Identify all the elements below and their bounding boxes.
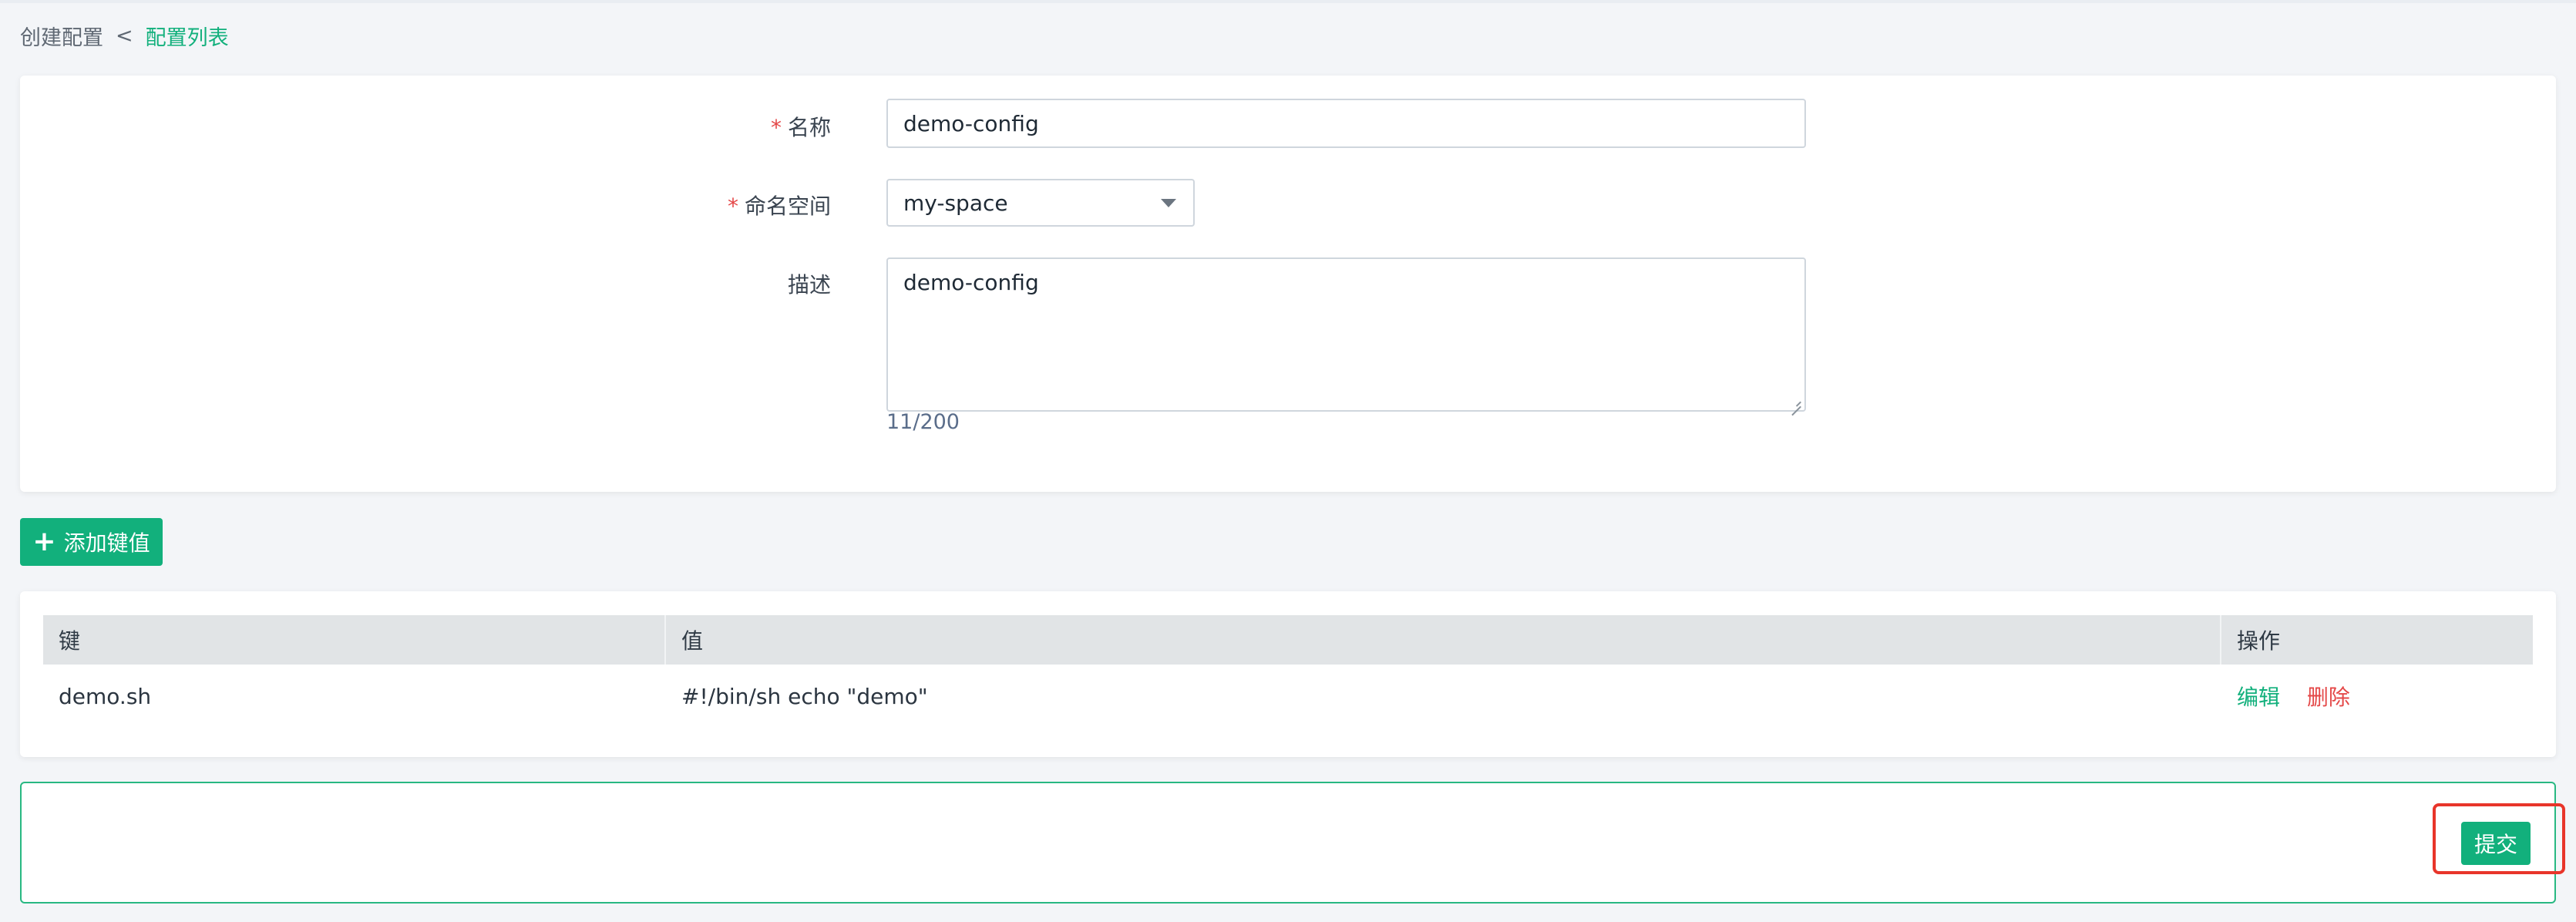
name-input-value: demo-config: [903, 110, 1039, 136]
plus-icon: +: [32, 526, 56, 557]
description-textarea[interactable]: demo-config: [886, 257, 1806, 412]
namespace-selected-value: my-space: [903, 190, 1008, 216]
description-char-counter: 11/200: [886, 410, 960, 434]
top-border: [0, 0, 2576, 3]
name-input[interactable]: demo-config: [886, 99, 1806, 148]
key-value-table-card: 键 值 操作 demo.sh #!/bin/sh echo "demo" 编辑 …: [20, 591, 2556, 757]
resize-handle-icon[interactable]: [1791, 396, 1801, 407]
namespace-select[interactable]: my-space: [886, 179, 1195, 227]
add-key-value-label: 添加键值: [63, 530, 150, 556]
submit-button[interactable]: 提交: [2461, 822, 2531, 865]
column-header-value: 值: [666, 615, 2221, 665]
cell-value: #!/bin/sh echo "demo": [681, 683, 928, 709]
description-label: 描述: [787, 272, 831, 298]
cell-actions: 编辑 删除: [2221, 681, 2533, 712]
table-row: demo.sh #!/bin/sh echo "demo" 编辑 删除: [43, 665, 2533, 728]
chevron-down-icon: [1161, 198, 1176, 207]
column-header-actions: 操作: [2237, 628, 2281, 654]
namespace-label: * 命名空间: [728, 190, 831, 220]
breadcrumb-separator: <: [116, 23, 133, 48]
config-form-card: * 名称 demo-config * 命名空间 my-space 描述 demo-c…: [20, 76, 2556, 492]
name-label: * 名称: [771, 111, 831, 142]
breadcrumb-link-config-list[interactable]: 配置列表: [146, 21, 229, 51]
cell-key: demo.sh: [59, 683, 152, 709]
breadcrumb: 创建配置 < 配置列表: [20, 17, 229, 54]
description-value: demo-config: [903, 270, 1039, 295]
add-key-value-button[interactable]: + 添加键值: [20, 518, 163, 566]
table-header: 键 值 操作: [43, 615, 2533, 665]
required-mark: *: [770, 115, 782, 140]
delete-link[interactable]: 删除: [2307, 685, 2350, 710]
required-mark: *: [727, 193, 738, 219]
column-header-key: 键: [43, 615, 666, 665]
edit-link[interactable]: 编辑: [2237, 685, 2280, 710]
name-label-text: 名称: [787, 115, 831, 140]
namespace-label-text: 命名空间: [744, 193, 831, 219]
submit-bar: [20, 782, 2556, 903]
key-value-table: 键 值 操作 demo.sh #!/bin/sh echo "demo" 编辑 …: [43, 615, 2533, 728]
breadcrumb-current: 创建配置: [20, 25, 103, 50]
